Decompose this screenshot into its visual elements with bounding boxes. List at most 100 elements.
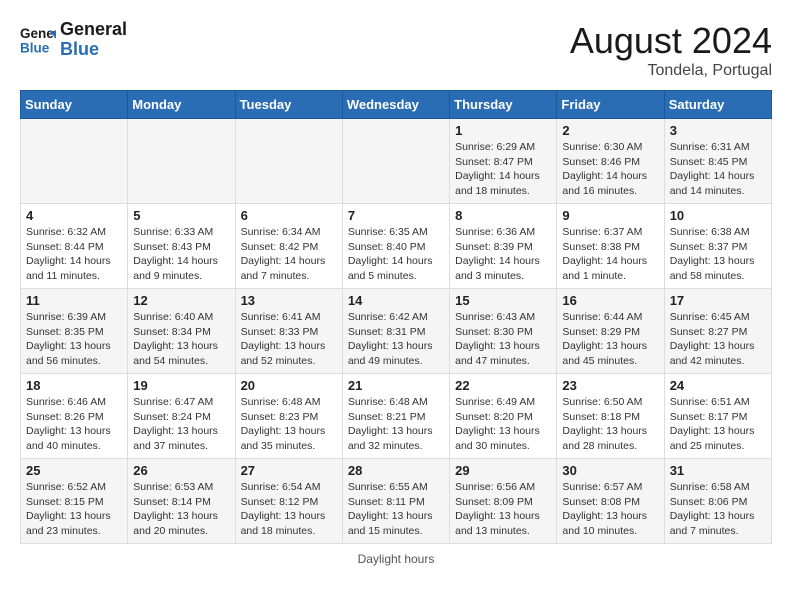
table-row: 26 Sunrise: 6:53 AM Sunset: 8:14 PM Dayl… — [128, 459, 235, 544]
day-info: Sunrise: 6:51 AM Sunset: 8:17 PM Dayligh… — [670, 395, 766, 454]
daylight-text: Daylight: 14 hours and 1 minute. — [562, 254, 658, 283]
day-info: Sunrise: 6:31 AM Sunset: 8:45 PM Dayligh… — [670, 140, 766, 199]
day-number: 6 — [241, 208, 337, 223]
sunrise-text: Sunrise: 6:55 AM — [348, 480, 444, 495]
table-row: 13 Sunrise: 6:41 AM Sunset: 8:33 PM Dayl… — [235, 289, 342, 374]
page-header: General Blue General Blue August 2024 To… — [20, 20, 772, 80]
table-row: 16 Sunrise: 6:44 AM Sunset: 8:29 PM Dayl… — [557, 289, 664, 374]
sunset-text: Sunset: 8:33 PM — [241, 325, 337, 340]
daylight-text: Daylight: 13 hours and 52 minutes. — [241, 339, 337, 368]
table-row: 21 Sunrise: 6:48 AM Sunset: 8:21 PM Dayl… — [342, 374, 449, 459]
sunset-text: Sunset: 8:40 PM — [348, 240, 444, 255]
daylight-text: Daylight: 14 hours and 14 minutes. — [670, 169, 766, 198]
day-info: Sunrise: 6:33 AM Sunset: 8:43 PM Dayligh… — [133, 225, 229, 284]
table-row: 15 Sunrise: 6:43 AM Sunset: 8:30 PM Dayl… — [450, 289, 557, 374]
sunset-text: Sunset: 8:21 PM — [348, 410, 444, 425]
table-row: 17 Sunrise: 6:45 AM Sunset: 8:27 PM Dayl… — [664, 289, 771, 374]
logo: General Blue General Blue — [20, 20, 127, 60]
day-info: Sunrise: 6:45 AM Sunset: 8:27 PM Dayligh… — [670, 310, 766, 369]
day-number: 31 — [670, 463, 766, 478]
svg-text:General: General — [20, 26, 56, 41]
day-number: 12 — [133, 293, 229, 308]
day-info: Sunrise: 6:36 AM Sunset: 8:39 PM Dayligh… — [455, 225, 551, 284]
calendar-table: Sunday Monday Tuesday Wednesday Thursday… — [20, 90, 772, 544]
table-row: 4 Sunrise: 6:32 AM Sunset: 8:44 PM Dayli… — [21, 204, 128, 289]
day-number: 4 — [26, 208, 122, 223]
table-row: 30 Sunrise: 6:57 AM Sunset: 8:08 PM Dayl… — [557, 459, 664, 544]
day-info: Sunrise: 6:56 AM Sunset: 8:09 PM Dayligh… — [455, 480, 551, 539]
table-row: 18 Sunrise: 6:46 AM Sunset: 8:26 PM Dayl… — [21, 374, 128, 459]
sunset-text: Sunset: 8:17 PM — [670, 410, 766, 425]
day-info: Sunrise: 6:32 AM Sunset: 8:44 PM Dayligh… — [26, 225, 122, 284]
table-row: 10 Sunrise: 6:38 AM Sunset: 8:37 PM Dayl… — [664, 204, 771, 289]
day-number: 8 — [455, 208, 551, 223]
day-info: Sunrise: 6:46 AM Sunset: 8:26 PM Dayligh… — [26, 395, 122, 454]
day-info: Sunrise: 6:35 AM Sunset: 8:40 PM Dayligh… — [348, 225, 444, 284]
daylight-text: Daylight: 13 hours and 35 minutes. — [241, 424, 337, 453]
table-row: 2 Sunrise: 6:30 AM Sunset: 8:46 PM Dayli… — [557, 119, 664, 204]
day-info: Sunrise: 6:58 AM Sunset: 8:06 PM Dayligh… — [670, 480, 766, 539]
table-row: 5 Sunrise: 6:33 AM Sunset: 8:43 PM Dayli… — [128, 204, 235, 289]
sunset-text: Sunset: 8:08 PM — [562, 495, 658, 510]
header-tuesday: Tuesday — [235, 91, 342, 119]
daylight-text: Daylight: 13 hours and 37 minutes. — [133, 424, 229, 453]
sunrise-text: Sunrise: 6:31 AM — [670, 140, 766, 155]
table-row: 27 Sunrise: 6:54 AM Sunset: 8:12 PM Dayl… — [235, 459, 342, 544]
sunset-text: Sunset: 8:38 PM — [562, 240, 658, 255]
daylight-text: Daylight: 13 hours and 18 minutes. — [241, 509, 337, 538]
daylight-text: Daylight: 13 hours and 23 minutes. — [26, 509, 122, 538]
sunrise-text: Sunrise: 6:56 AM — [455, 480, 551, 495]
table-row: 28 Sunrise: 6:55 AM Sunset: 8:11 PM Dayl… — [342, 459, 449, 544]
day-number: 5 — [133, 208, 229, 223]
daylight-text: Daylight: 13 hours and 42 minutes. — [670, 339, 766, 368]
daylight-text: Daylight: 13 hours and 10 minutes. — [562, 509, 658, 538]
sunrise-text: Sunrise: 6:50 AM — [562, 395, 658, 410]
daylight-text: Daylight: 13 hours and 25 minutes. — [670, 424, 766, 453]
sunset-text: Sunset: 8:43 PM — [133, 240, 229, 255]
sunrise-text: Sunrise: 6:48 AM — [348, 395, 444, 410]
sunrise-text: Sunrise: 6:34 AM — [241, 225, 337, 240]
day-number: 11 — [26, 293, 122, 308]
location: Tondela, Portugal — [570, 62, 772, 80]
footer-note: Daylight hours — [20, 552, 772, 566]
daylight-text: Daylight: 13 hours and 40 minutes. — [26, 424, 122, 453]
sunrise-text: Sunrise: 6:43 AM — [455, 310, 551, 325]
daylight-label: Daylight hours — [358, 552, 435, 566]
sunrise-text: Sunrise: 6:51 AM — [670, 395, 766, 410]
daylight-text: Daylight: 14 hours and 5 minutes. — [348, 254, 444, 283]
sunset-text: Sunset: 8:45 PM — [670, 155, 766, 170]
day-info: Sunrise: 6:39 AM Sunset: 8:35 PM Dayligh… — [26, 310, 122, 369]
calendar-header-row: Sunday Monday Tuesday Wednesday Thursday… — [21, 91, 772, 119]
table-row: 29 Sunrise: 6:56 AM Sunset: 8:09 PM Dayl… — [450, 459, 557, 544]
sunset-text: Sunset: 8:30 PM — [455, 325, 551, 340]
day-info: Sunrise: 6:50 AM Sunset: 8:18 PM Dayligh… — [562, 395, 658, 454]
daylight-text: Daylight: 13 hours and 20 minutes. — [133, 509, 229, 538]
table-row: 1 Sunrise: 6:29 AM Sunset: 8:47 PM Dayli… — [450, 119, 557, 204]
day-number: 2 — [562, 123, 658, 138]
svg-text:Blue: Blue — [20, 40, 50, 55]
day-info: Sunrise: 6:40 AM Sunset: 8:34 PM Dayligh… — [133, 310, 229, 369]
table-row: 22 Sunrise: 6:49 AM Sunset: 8:20 PM Dayl… — [450, 374, 557, 459]
header-sunday: Sunday — [21, 91, 128, 119]
table-row — [342, 119, 449, 204]
day-info: Sunrise: 6:42 AM Sunset: 8:31 PM Dayligh… — [348, 310, 444, 369]
sunrise-text: Sunrise: 6:38 AM — [670, 225, 766, 240]
daylight-text: Daylight: 14 hours and 3 minutes. — [455, 254, 551, 283]
table-row — [21, 119, 128, 204]
day-number: 15 — [455, 293, 551, 308]
day-number: 17 — [670, 293, 766, 308]
sunset-text: Sunset: 8:15 PM — [26, 495, 122, 510]
sunrise-text: Sunrise: 6:29 AM — [455, 140, 551, 155]
day-number: 3 — [670, 123, 766, 138]
sunset-text: Sunset: 8:31 PM — [348, 325, 444, 340]
day-number: 28 — [348, 463, 444, 478]
daylight-text: Daylight: 13 hours and 47 minutes. — [455, 339, 551, 368]
sunrise-text: Sunrise: 6:58 AM — [670, 480, 766, 495]
header-monday: Monday — [128, 91, 235, 119]
logo-icon: General Blue — [20, 22, 56, 58]
sunset-text: Sunset: 8:20 PM — [455, 410, 551, 425]
day-number: 27 — [241, 463, 337, 478]
day-info: Sunrise: 6:38 AM Sunset: 8:37 PM Dayligh… — [670, 225, 766, 284]
sunrise-text: Sunrise: 6:39 AM — [26, 310, 122, 325]
sunset-text: Sunset: 8:44 PM — [26, 240, 122, 255]
